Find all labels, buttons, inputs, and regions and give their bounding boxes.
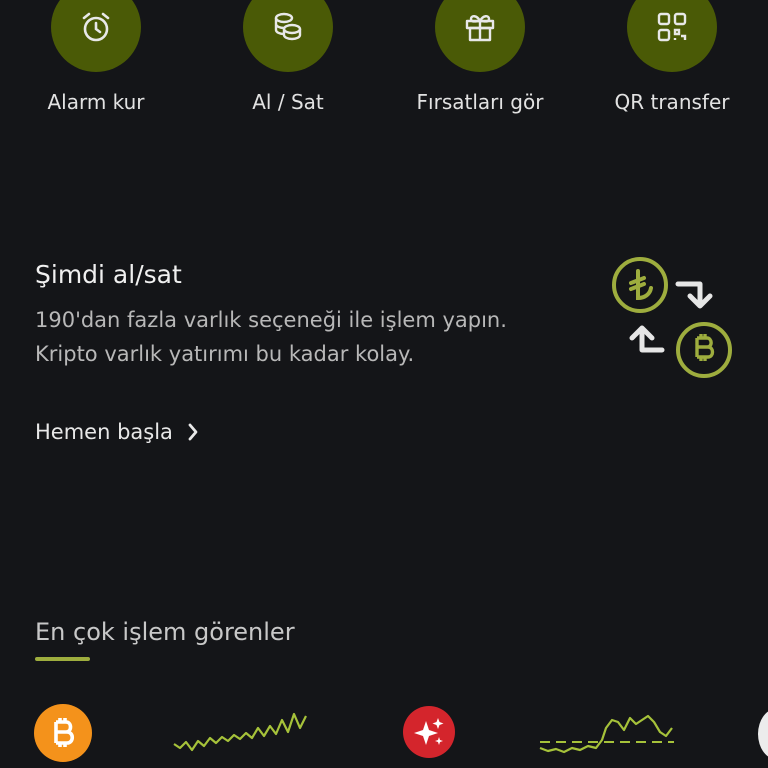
active-tab-indicator	[35, 657, 90, 661]
start-now-link[interactable]: Hemen başla	[35, 420, 199, 444]
quick-action-label: Fırsatları gör	[416, 90, 544, 114]
start-now-label: Hemen başla	[35, 420, 173, 444]
quick-action-label: Al / Sat	[252, 90, 324, 114]
most-traded-title: En çok işlem görenler	[35, 618, 295, 646]
quick-action-label: Alarm kur	[47, 90, 145, 114]
promo-description-line: 190'dan fazla varlık seçeneği ile işlem …	[35, 308, 507, 332]
sparkle-sparkline	[539, 714, 674, 754]
quick-action-qr-transfer[interactable]: QR transfer	[592, 0, 752, 114]
sparkle-coin[interactable]	[403, 706, 455, 758]
alarm-clock-icon	[82, 12, 110, 42]
coins-icon	[274, 12, 302, 41]
lira-coin-icon	[612, 257, 668, 313]
qr-code-icon	[657, 12, 687, 42]
quick-action-alarm[interactable]: Alarm kur	[16, 0, 176, 114]
quick-action-buy-sell[interactable]: Al / Sat	[208, 0, 368, 114]
chevron-right-icon	[188, 423, 198, 441]
gift-icon	[465, 15, 495, 42]
quick-action-opportunities[interactable]: Fırsatları gör	[400, 0, 560, 114]
exchange-illustration	[612, 257, 732, 378]
buy-sell-button[interactable]	[243, 0, 333, 72]
qr-transfer-button[interactable]	[627, 0, 717, 72]
opportunities-button[interactable]	[435, 0, 525, 72]
sparkle-icon	[414, 718, 444, 745]
alarm-button[interactable]	[51, 0, 141, 72]
promo-description-line: Kripto varlık yatırımı bu kadar kolay.	[35, 342, 415, 366]
bitcoin-coin[interactable]	[34, 704, 92, 762]
quick-action-label: QR transfer	[614, 90, 730, 114]
promo-title: Şimdi al/sat	[35, 260, 182, 289]
partial-coin-avatar[interactable]	[758, 708, 768, 760]
bitcoin-coin-icon	[676, 322, 732, 378]
bitcoin-icon	[54, 718, 75, 747]
bitcoin-sparkline	[173, 712, 307, 752]
promo-description: 190'dan fazla varlık seçeneği ile işlem …	[35, 303, 595, 371]
